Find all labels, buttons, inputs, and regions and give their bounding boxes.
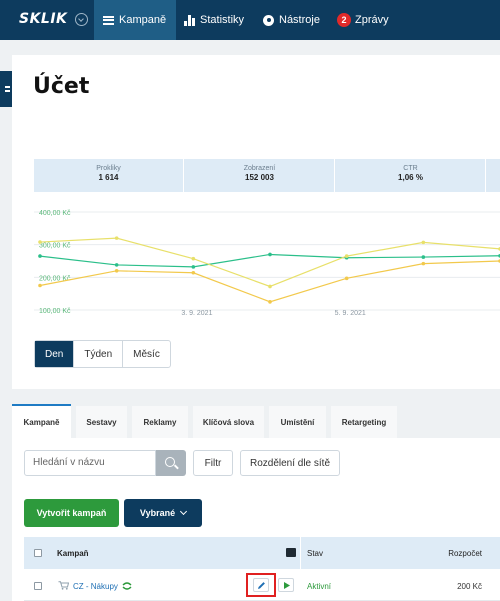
y-tick-label: 200,00 Kč — [39, 275, 71, 282]
column-campaign[interactable]: Kampaň — [57, 549, 89, 558]
data-point[interactable] — [114, 263, 119, 267]
tab-klicova-slova[interactable]: Klíčová slova — [193, 406, 264, 438]
data-point[interactable] — [421, 240, 426, 245]
period-mesic[interactable]: Měsíc — [123, 341, 170, 367]
budget-value: 200 Kč — [457, 582, 482, 591]
nav-kampane[interactable]: Kampaně — [94, 0, 176, 40]
stat-prokliky[interactable]: Prokliky 1 614 — [34, 159, 184, 192]
stat-zobrazeni[interactable]: Zobrazení 152 003 — [185, 159, 335, 192]
stat-ctr[interactable]: CTR 1,06 % — [336, 159, 486, 192]
filter-button[interactable]: Filtr — [193, 450, 233, 476]
select-all-checkbox[interactable] — [34, 549, 42, 557]
period-tyden[interactable]: Týden — [74, 341, 124, 367]
nav-zpravy[interactable]: 2 Zprávy — [337, 0, 389, 40]
period-den[interactable]: Den — [35, 341, 75, 367]
column-divider — [300, 537, 301, 569]
series-line-0 — [39, 253, 500, 268]
nav-kampane-label: Kampaně — [119, 14, 167, 26]
y-tick-label: 300,00 Kč — [39, 243, 71, 250]
notification-badge: 2 — [337, 13, 351, 27]
stats-bar: Prokliky 1 614 Zobrazení 152 003 CTR 1,0… — [34, 159, 500, 192]
create-campaign-button[interactable]: Vytvořit kampaň — [24, 499, 119, 527]
data-point[interactable] — [38, 283, 42, 288]
row-checkbox[interactable] — [34, 582, 42, 590]
stat-value: 1 614 — [98, 173, 119, 182]
data-point[interactable] — [421, 261, 426, 266]
data-point[interactable] — [268, 300, 272, 304]
tab-kampane[interactable]: Kampaně — [12, 404, 71, 438]
data-point[interactable] — [421, 255, 426, 259]
x-tick-label: 3. 9. 2021 — [181, 310, 212, 317]
period-selector: Den Týden Měsíc — [34, 340, 171, 368]
data-point[interactable] — [191, 270, 196, 275]
tab-retargeting[interactable]: Retargeting — [331, 406, 397, 438]
selected-dropdown-button[interactable]: Vybrané — [124, 499, 202, 527]
edit-button[interactable] — [253, 578, 269, 592]
pencil-icon — [258, 582, 265, 589]
x-tick-label: 5. 9. 2021 — [335, 310, 366, 317]
nav-nastroje-label: Nástroje — [279, 14, 320, 26]
series-line-2 — [39, 260, 500, 303]
column-settings-icon[interactable] — [286, 548, 296, 557]
network-split-button[interactable]: Rozdělení dle sítě — [240, 450, 340, 476]
search-icon[interactable] — [156, 450, 186, 476]
y-tick-label: 100,00 Kč — [39, 308, 71, 315]
y-tick-label: 400,00 Kč — [39, 210, 71, 217]
table-header: Kampaň Stav Rozpočet — [24, 537, 500, 569]
play-button[interactable] — [278, 578, 294, 592]
data-point[interactable] — [114, 269, 119, 273]
tab-umisteni[interactable]: Umístění — [269, 406, 326, 438]
tab-bar: Kampaně Sestavy Reklamy Klíčová slova Um… — [12, 404, 500, 438]
nav-statistiky-label: Statistiky — [200, 14, 245, 26]
page-title: Účet — [33, 74, 90, 99]
stat-label: Zobrazení — [243, 165, 276, 172]
nav-statistiky[interactable]: Statistiky — [184, 0, 244, 40]
data-point[interactable] — [38, 240, 42, 244]
column-budget[interactable]: Rozpočet — [448, 549, 482, 558]
selected-label: Vybrané — [139, 508, 176, 518]
data-point[interactable] — [38, 254, 42, 258]
bar-chart-icon — [184, 14, 195, 26]
series-line-1 — [39, 237, 500, 288]
campaign-name-link[interactable]: CZ - Nákupy — [73, 582, 118, 591]
nav-zpravy-label: Zprávy — [355, 14, 389, 26]
search-input[interactable]: Hledání v názvu — [24, 450, 156, 476]
stat-label: CTR — [403, 165, 418, 172]
chevron-down-icon[interactable] — [75, 13, 88, 26]
table-row: CZ - Nákupy Aktivní 200 Kč — [24, 571, 500, 601]
column-status[interactable]: Stav — [307, 549, 323, 558]
menu-icon — [103, 15, 114, 25]
gear-icon — [263, 14, 274, 26]
top-navigation: SKLIK Kampaně Statistiky Nástroje 2 Zprá… — [0, 0, 500, 40]
data-point[interactable] — [268, 284, 272, 289]
data-point[interactable] — [344, 254, 349, 258]
chevron-down-icon — [180, 507, 188, 516]
play-icon — [284, 582, 290, 589]
stat-label: Prokliky — [96, 165, 121, 172]
data-point[interactable] — [114, 236, 119, 240]
sklik-logo[interactable]: SKLIK — [19, 11, 67, 27]
stat-value: 152 003 — [245, 173, 274, 182]
shopping-cart-icon — [58, 581, 69, 590]
data-point[interactable] — [344, 276, 349, 281]
data-point[interactable] — [268, 252, 272, 257]
tab-reklamy[interactable]: Reklamy — [132, 406, 188, 438]
stat-value: 1,06 % — [398, 173, 423, 182]
tab-sestavy[interactable]: Sestavy — [76, 406, 127, 438]
data-point[interactable] — [191, 256, 196, 261]
nav-nastroje[interactable]: Nástroje — [263, 0, 320, 40]
data-point[interactable] — [191, 265, 196, 269]
sync-icon — [122, 582, 132, 590]
status-badge: Aktivní — [307, 582, 332, 591]
performance-chart: 400,00 Kč 300,00 Kč 200,00 Kč 100,00 Kč 3. 9… — [34, 210, 500, 317]
